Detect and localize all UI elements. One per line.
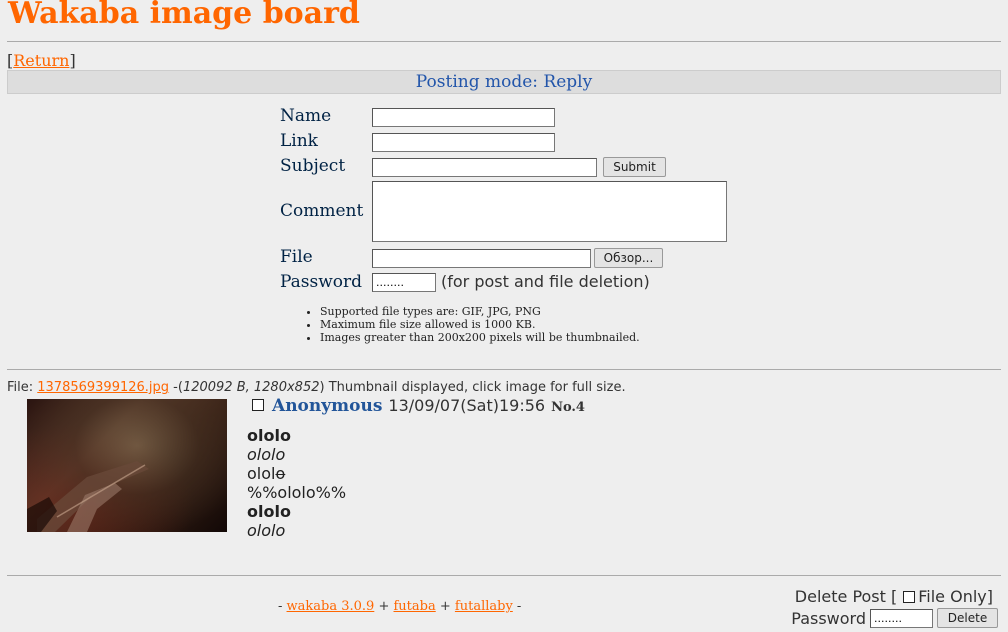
submit-button[interactable]: Submit [603, 157, 666, 177]
message-line: ololo [247, 426, 291, 445]
file-only-checkbox[interactable] [903, 590, 916, 603]
password-note: (for post and file deletion) [441, 272, 650, 291]
file-only-label: File Only] [918, 587, 993, 606]
message-line: ololo [247, 464, 346, 483]
message-line: %%ololo%% [247, 483, 347, 502]
file-label: File [280, 247, 313, 267]
post-date: 13/09/07(Sat)19:56 [388, 396, 546, 415]
link-field[interactable] [372, 133, 555, 152]
post-number-link[interactable]: No.4 [551, 400, 585, 415]
delete-password-field[interactable] [870, 608, 933, 628]
posting-mode-banner: Posting mode: Reply [7, 70, 1001, 94]
footer-links: - wakaba 3.0.9 + futaba + futallaby - [278, 599, 522, 614]
comment-label: Comment [280, 201, 364, 221]
post-select-checkbox[interactable] [252, 399, 264, 411]
thumbnail-figure [27, 461, 149, 532]
delete-post-label: Delete Post [ [794, 587, 898, 606]
divider [7, 41, 1001, 42]
rules-list: Supported file types are: GIF, JPG, PNG … [302, 305, 640, 344]
message-line: ololo [247, 445, 286, 464]
divider [7, 575, 1001, 576]
file-path-field[interactable] [372, 249, 591, 268]
divider [7, 369, 1001, 370]
board-title: Wakaba image board [8, 0, 360, 31]
name-label: Name [280, 106, 332, 126]
rule-item: Supported file types are: GIF, JPG, PNG [320, 305, 640, 318]
file-info: File: 1378569399126.jpg -(120092 B, 1280… [7, 380, 626, 395]
delete-password-label: Password [791, 608, 866, 628]
futallaby-link[interactable]: futallaby [455, 599, 513, 614]
delete-post-row: Delete Post [ File Only] [795, 587, 993, 606]
subject-label: Subject [280, 156, 346, 176]
post-message: ololo ololo ololo %%ololo%% ololo ololo [247, 426, 346, 540]
comment-textarea[interactable] [372, 181, 727, 242]
message-line: ololo [247, 521, 286, 540]
subject-field[interactable] [372, 158, 597, 177]
return-link[interactable]: Return [13, 51, 69, 70]
poster-name: Anonymous [272, 396, 383, 416]
message-line: ololo [247, 502, 291, 521]
file-link[interactable]: 1378569399126.jpg [37, 380, 169, 395]
wakaba-link[interactable]: wakaba 3.0.9 [287, 599, 375, 614]
file-meta: 120092 B, 1280x852 [182, 380, 320, 395]
post-header: Anonymous 13/09/07(Sat)19:56 No.4 [252, 396, 585, 416]
password-field[interactable] [372, 273, 436, 292]
password-label: Password [280, 272, 363, 292]
delete-button[interactable]: Delete [937, 608, 998, 628]
rule-item: Maximum file size allowed is 1000 KB. [320, 318, 640, 331]
delete-password-row: Password Delete [791, 608, 998, 628]
rule-item: Images greater than 200x200 pixels will … [320, 331, 640, 344]
post-thumbnail[interactable] [27, 399, 227, 532]
futaba-link[interactable]: futaba [394, 599, 436, 614]
browse-button[interactable]: Обзор... [594, 248, 663, 268]
return-nav: [Return] [7, 51, 76, 70]
name-field[interactable] [372, 108, 555, 127]
message-line-text: ololo [247, 464, 286, 483]
link-label: Link [280, 131, 318, 151]
